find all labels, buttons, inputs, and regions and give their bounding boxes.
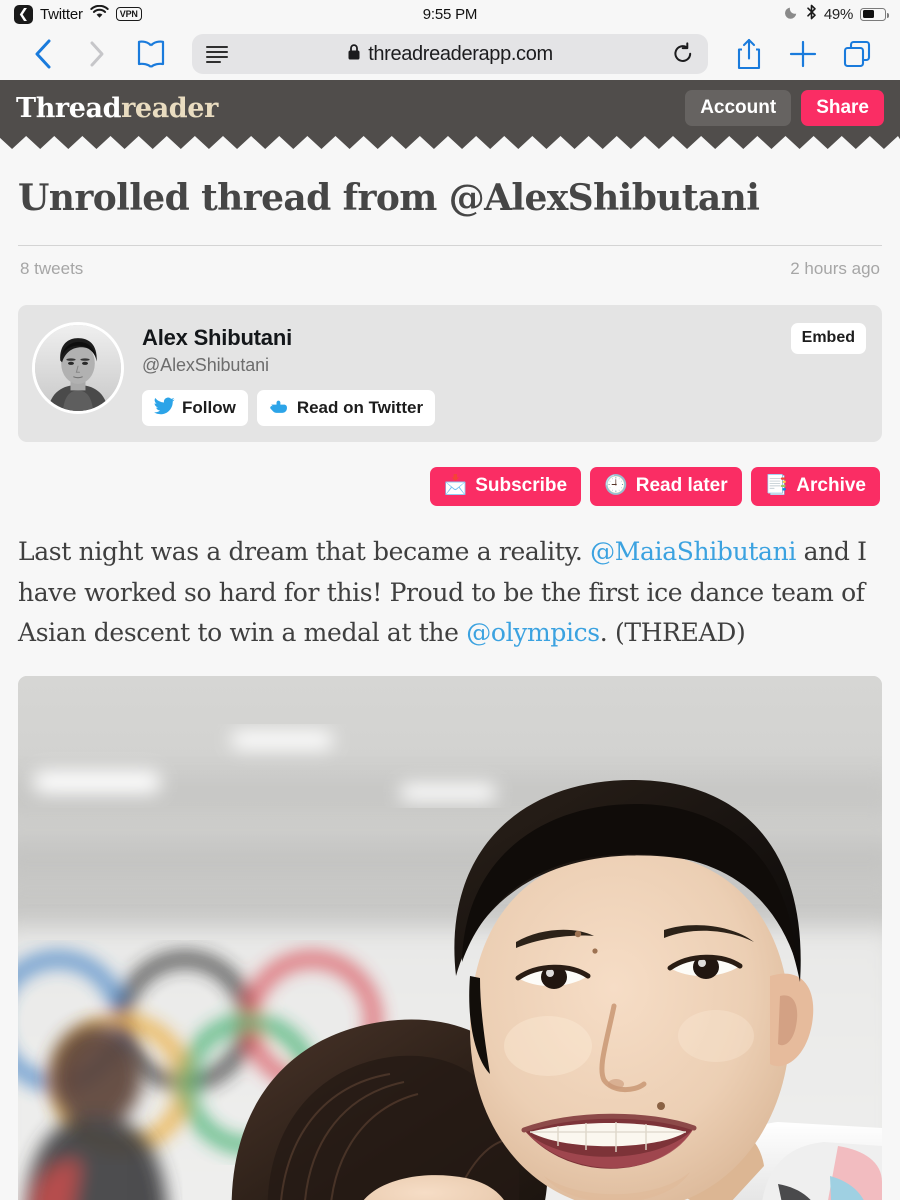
- site-header: Threadreader Account Share: [0, 80, 900, 136]
- author-card: Alex Shibutani @AlexShibutani Follow Rea…: [18, 305, 882, 442]
- page-content: Unrolled thread from @AlexShibutani 8 tw…: [0, 149, 900, 1200]
- screen: ❮ Twitter VPN 9:55 PM 49% threadreaderap…: [0, 0, 900, 1200]
- url-text: threadreaderapp.com: [368, 42, 553, 65]
- site-header-actions: Account Share: [685, 90, 884, 126]
- twitter-bird-icon: [154, 397, 175, 418]
- reload-button[interactable]: [672, 42, 694, 66]
- thread-action-buttons: 📩 Subscribe 🕘 Read later 📑 Archive: [18, 467, 882, 506]
- logo-word-reader: reader: [121, 92, 218, 124]
- status-bar-right: 49%: [784, 0, 889, 28]
- read-later-label: Read later: [635, 475, 728, 496]
- subscribe-label: Subscribe: [475, 475, 568, 496]
- thread-meta: 8 tweets 2 hours ago: [18, 246, 882, 279]
- ios-status-bar: ❮ Twitter VPN 9:55 PM 49%: [0, 0, 900, 28]
- status-bar-left: ❮ Twitter VPN: [14, 4, 142, 24]
- browser-forward-button: [70, 31, 124, 77]
- address-bar[interactable]: threadreaderapp.com: [192, 34, 708, 74]
- account-button[interactable]: Account: [685, 90, 792, 126]
- header-zigzag-divider: [0, 136, 900, 149]
- safari-toolbar: threadreaderapp.com: [0, 28, 900, 80]
- read-later-button[interactable]: 🕘 Read later: [590, 467, 742, 506]
- bluetooth-icon: [806, 4, 817, 25]
- moon-icon: [784, 5, 799, 24]
- follow-button[interactable]: Follow: [142, 390, 248, 426]
- site-logo[interactable]: Threadreader: [16, 93, 218, 124]
- envelope-icon: 📩: [443, 474, 468, 496]
- avatar[interactable]: [32, 322, 124, 414]
- mention-olympics[interactable]: @olympics: [466, 618, 600, 647]
- archive-button[interactable]: 📑 Archive: [750, 467, 880, 506]
- browser-back-button[interactable]: [16, 31, 70, 77]
- tweet-photo[interactable]: [18, 675, 882, 1200]
- logo-word-thread: Thread: [16, 92, 122, 124]
- reader-lines-icon[interactable]: [206, 45, 228, 63]
- time-ago-label: 2 hours ago: [790, 259, 880, 278]
- embed-button[interactable]: Embed: [790, 323, 866, 354]
- follow-label: Follow: [182, 398, 236, 417]
- back-chevron-icon[interactable]: ❮: [14, 4, 33, 24]
- vpn-badge: VPN: [115, 6, 142, 22]
- new-tab-button[interactable]: [776, 31, 830, 77]
- tabs-button[interactable]: [830, 31, 884, 77]
- tweet-text-part3: . (THREAD): [599, 618, 746, 647]
- archive-label: Archive: [796, 475, 866, 496]
- author-name: Alex Shibutani: [142, 325, 292, 350]
- page-title: Unrolled thread from @AlexShibutani: [18, 177, 760, 219]
- subscribe-button[interactable]: 📩 Subscribe: [429, 467, 582, 506]
- battery-icon: [860, 7, 889, 21]
- share-button[interactable]: [722, 31, 776, 77]
- clock-label: 9:55 PM: [422, 5, 478, 23]
- author-info: Alex Shibutani @AlexShibutani Follow Rea…: [142, 321, 436, 426]
- lock-icon: [347, 43, 361, 66]
- read-on-twitter-button[interactable]: Read on Twitter: [256, 390, 436, 426]
- author-handle: @AlexShibutani: [142, 355, 269, 375]
- pointing-hand-icon: [269, 397, 290, 418]
- pdf-page-icon: 📑: [764, 474, 789, 496]
- bookmarks-button[interactable]: [124, 31, 178, 77]
- back-app-label[interactable]: Twitter: [40, 6, 83, 23]
- battery-percent-label: 49%: [823, 5, 853, 23]
- clock-icon: 🕘: [604, 474, 628, 496]
- tweet-text-part1: Last night was a dream that became a rea…: [18, 537, 591, 566]
- share-page-button[interactable]: Share: [801, 90, 884, 126]
- author-buttons: Follow Read on Twitter: [142, 390, 436, 426]
- read-on-twitter-label: Read on Twitter: [296, 398, 424, 417]
- tweet-body: Last night was a dream that became a rea…: [18, 532, 882, 654]
- tweet-count-label: 8 tweets: [20, 259, 84, 278]
- mention-maia-shibutani[interactable]: @MaiaShibutani: [590, 537, 796, 566]
- wifi-icon: [90, 4, 109, 24]
